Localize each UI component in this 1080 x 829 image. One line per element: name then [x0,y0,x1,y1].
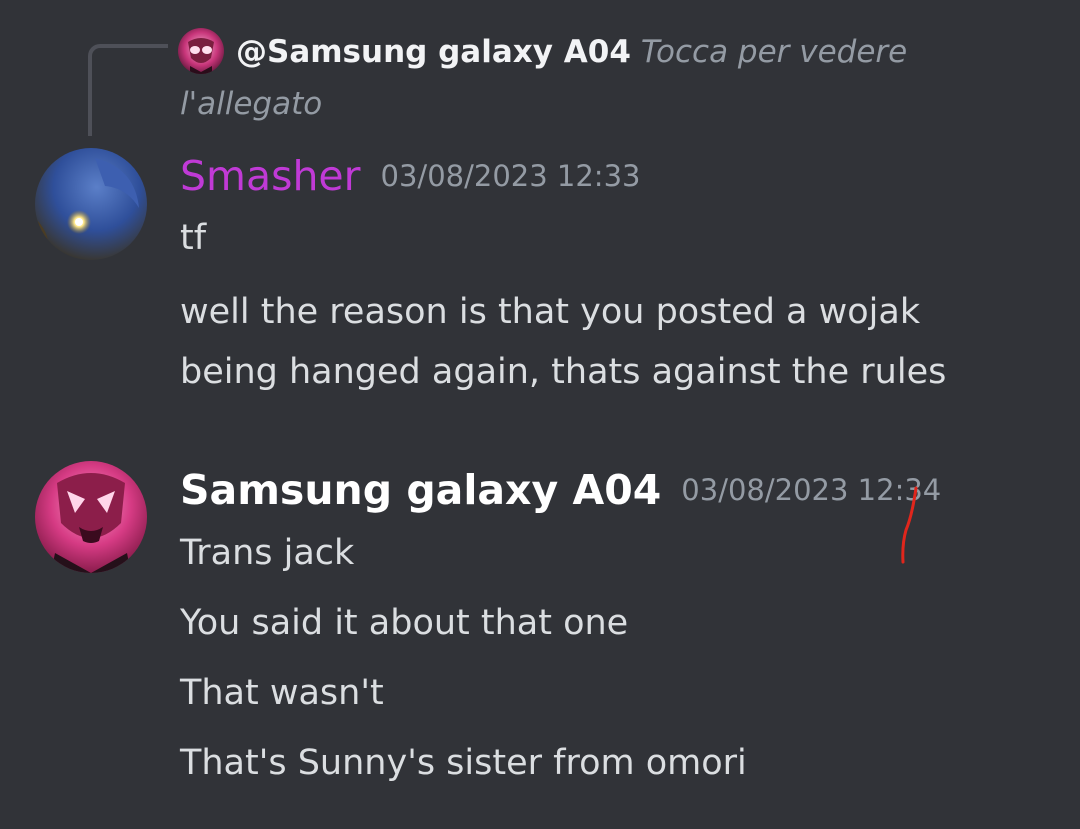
red-pen-mark [901,486,918,564]
message-line[interactable]: That wasn't [180,673,384,713]
reply-connector-line [88,44,168,136]
blue-creature-avatar-icon [35,148,147,260]
message-line[interactable]: well the reason is that you posted a woj… [180,292,920,332]
avatar-samsung-galaxy-a04[interactable] [35,461,147,573]
message-line[interactable]: tf [180,218,206,258]
message-line[interactable]: You said it about that one [180,603,628,643]
avatar-smasher[interactable] [35,148,147,260]
author-name[interactable]: Smasher [180,152,361,200]
author-name[interactable]: Samsung galaxy A04 [180,466,661,514]
reply-author[interactable]: @Samsung galaxy A04 [236,34,631,70]
reply-preview[interactable]: @Samsung galaxy A04 Tocca per vedere l'al… [180,26,960,130]
message-header-samsung: Samsung galaxy A04 03/08/2023 12:34 [180,466,941,514]
message-line[interactable]: being hanged again, thats against the ru… [180,352,946,392]
message-timestamp: 03/08/2023 12:33 [380,159,641,193]
message-line[interactable]: That's Sunny's sister from omori [180,743,747,783]
message-line[interactable]: Trans jack [180,533,354,573]
pink-demon-avatar-icon [35,461,147,573]
message-header-smasher: Smasher 03/08/2023 12:33 [180,152,640,200]
